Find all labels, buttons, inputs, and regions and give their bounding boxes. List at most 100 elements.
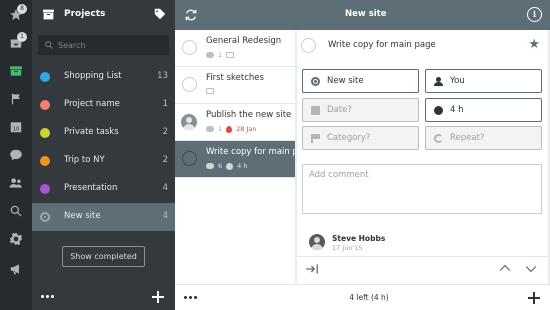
task-more-options-icon[interactable] (184, 296, 197, 299)
task-meta (206, 88, 214, 94)
task-row-selected[interactable]: Write copy for main page 6 4 h (175, 141, 295, 178)
task-meta: 1 28 Jan (206, 125, 257, 133)
task-title: First sketches (206, 73, 264, 83)
device-icon (226, 52, 235, 58)
project-search-box[interactable] (38, 35, 169, 55)
date-field-placeholder: Date? (327, 105, 352, 115)
projects-footer (32, 284, 175, 310)
detail-footer (295, 284, 550, 310)
comment-icon (206, 52, 214, 58)
task-checkbox[interactable] (182, 77, 197, 92)
project-name: Private tasks (64, 127, 119, 137)
task-meta: 1 (206, 51, 235, 59)
task-meta: 6 4 h (206, 162, 247, 170)
collapse-panel-icon[interactable] (305, 263, 319, 275)
detail-title-bar: Write copy for main page ★ (297, 30, 548, 58)
inbox-icon[interactable]: 1 (0, 30, 32, 56)
calendar-icon[interactable]: 10 (0, 114, 32, 140)
detail-toolbar (297, 256, 548, 280)
search-icon (45, 41, 53, 49)
projects-title: Projects (64, 9, 106, 19)
category-field-placeholder: Category? (327, 133, 371, 143)
task-detail-pane: Write copy for main page ★ New site You … (295, 0, 550, 310)
clock-icon (226, 162, 234, 170)
comment-count: 1 (218, 125, 223, 133)
project-color-dot (40, 72, 50, 82)
chevron-up-icon[interactable] (499, 264, 511, 272)
projects-panel: Projects Shopping List 13 Project name 1… (32, 0, 175, 310)
task-row[interactable]: General Redesign 1 (175, 30, 295, 67)
project-item-new-site[interactable]: New site 4 (32, 203, 175, 231)
star-icon[interactable]: 8 (0, 2, 32, 28)
add-project-icon[interactable] (152, 291, 164, 303)
project-count: 2 (162, 155, 168, 165)
project-item-shopping-list[interactable]: Shopping List 13 (32, 63, 175, 91)
inbox-badge: 8 (17, 4, 27, 14)
chevron-down-icon[interactable] (525, 265, 537, 273)
settings-gear-icon[interactable] (0, 226, 32, 252)
task-row[interactable]: Publish the new site 1 28 Jan (175, 104, 295, 141)
refresh-icon[interactable] (184, 8, 198, 22)
category-field[interactable]: Category? (302, 126, 419, 150)
project-name: Project name (64, 99, 120, 109)
task-list-footer (175, 284, 295, 310)
project-color-dot (40, 128, 50, 138)
task-title: Publish the new site (206, 110, 292, 120)
add-task-icon[interactable] (528, 292, 540, 304)
search-icon[interactable] (0, 198, 32, 224)
project-color-dot (40, 212, 50, 222)
add-comment-input[interactable] (302, 164, 542, 214)
project-field[interactable]: New site (302, 69, 419, 93)
calendar-icon (311, 105, 320, 115)
task-duration: 4 h (237, 162, 248, 170)
more-options-icon[interactable] (41, 295, 54, 298)
task-list: General Redesign 1 First sketches Publis… (175, 0, 295, 310)
project-item-private-tasks[interactable]: Private tasks 2 (32, 119, 175, 147)
duration-field-value: 4 h (450, 105, 464, 115)
project-count: 4 (162, 183, 168, 193)
star-icon[interactable]: ★ (528, 37, 540, 52)
show-completed-button[interactable]: Show completed (62, 246, 145, 267)
projects-header: Projects (32, 0, 175, 30)
comment-icon (206, 126, 214, 132)
project-name: Presentation (64, 183, 118, 193)
project-count: 4 (162, 211, 168, 221)
project-name: New site (64, 211, 101, 221)
project-color-dot (40, 156, 50, 166)
task-row[interactable]: First sketches (175, 67, 295, 104)
assignee-avatar[interactable] (181, 114, 197, 130)
detail-task-title[interactable]: Write copy for main page (328, 40, 436, 50)
project-count: 13 (157, 71, 168, 81)
project-color-dot (40, 184, 50, 194)
info-icon[interactable]: i (527, 7, 542, 22)
task-checkbox[interactable] (182, 151, 197, 166)
task-title: Write copy for main page (206, 147, 295, 157)
comment-count: 6 (218, 162, 223, 170)
overdue-fire-icon (226, 125, 233, 133)
repeat-field[interactable]: Repeat? (425, 126, 542, 150)
calendar-day: 10 (13, 127, 20, 133)
chat-icon[interactable] (0, 142, 32, 168)
project-field-value: New site (327, 76, 364, 86)
assignee-field[interactable]: You (425, 69, 542, 93)
project-ring-icon (311, 76, 320, 86)
comment-icon (206, 163, 214, 169)
tag-icon[interactable] (153, 7, 167, 21)
date-field[interactable]: Date? (302, 98, 419, 122)
today-badge: 1 (17, 32, 27, 42)
detail-task-checkbox[interactable] (301, 38, 316, 53)
megaphone-icon[interactable] (0, 256, 32, 282)
project-item-trip-to-ny[interactable]: Trip to NY 2 (32, 147, 175, 175)
team-icon[interactable] (0, 170, 32, 196)
project-name: Shopping List (64, 71, 122, 81)
duration-field[interactable]: 4 h (425, 98, 542, 122)
flag-icon[interactable] (0, 86, 32, 112)
flag-icon (311, 133, 320, 143)
project-item-presentation[interactable]: Presentation 4 (32, 175, 175, 203)
project-search-input[interactable] (58, 38, 163, 52)
project-color-dot (40, 100, 50, 110)
projects-icon[interactable] (0, 58, 32, 84)
project-item-project-name[interactable]: Project name 1 (32, 91, 175, 119)
task-checkbox[interactable] (182, 40, 197, 55)
detail-header (295, 0, 550, 30)
